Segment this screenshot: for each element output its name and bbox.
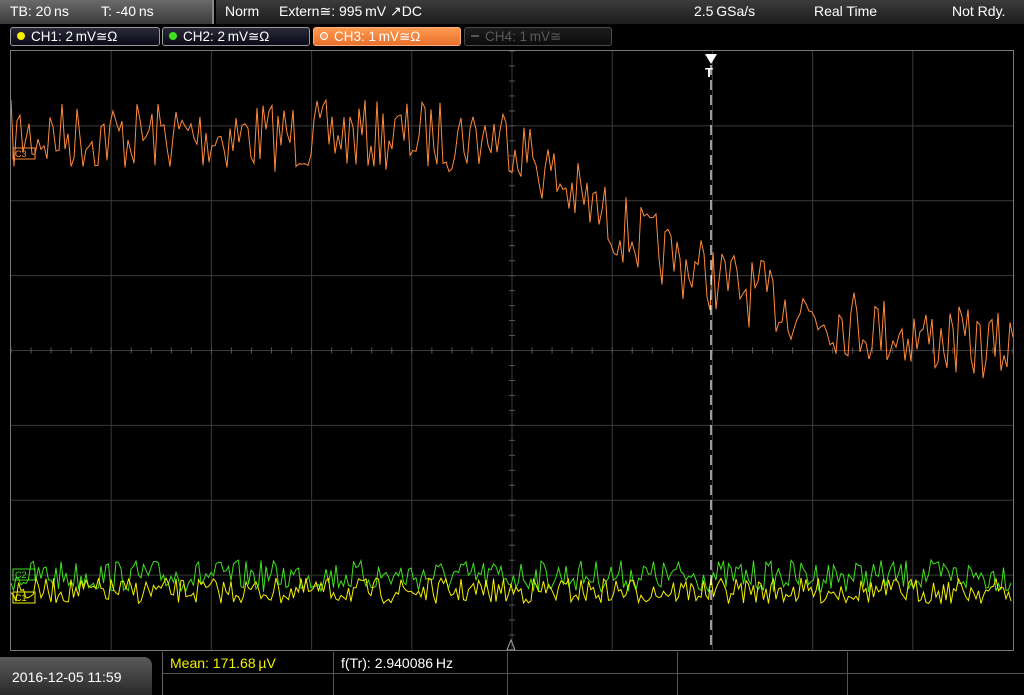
datetime: 2016-12-05 11:59 bbox=[12, 669, 122, 685]
frequency-measurement[interactable]: f(Tr): 2.940086 Hz bbox=[341, 655, 453, 671]
ch1-marker[interactable]: C1 bbox=[15, 593, 27, 603]
channel-3-dot-icon bbox=[320, 32, 328, 40]
run-status: Not Rdy. bbox=[952, 3, 1006, 19]
grid-lines bbox=[11, 51, 1013, 650]
channel-2-tab[interactable]: CH2: 2 mV≅Ω bbox=[162, 27, 310, 46]
trigger-mode[interactable]: Norm bbox=[225, 3, 259, 19]
waveform-display[interactable]: C3 C2 C1 T bbox=[10, 50, 1014, 651]
channel-4-label: CH4: 1 mV≅ bbox=[485, 29, 562, 44]
trigger-source[interactable]: Extern≅: 995 mV ↗DC bbox=[279, 3, 422, 20]
graticule[interactable]: C3 C2 C1 T bbox=[11, 51, 1013, 650]
datetime-panel: 2016-12-05 11:59 bbox=[0, 657, 152, 695]
channel-1-dot-icon bbox=[17, 32, 25, 40]
channel-4-dash-icon bbox=[471, 35, 479, 37]
trigger-label: T bbox=[705, 65, 713, 80]
ch3-marker[interactable]: C3 bbox=[15, 149, 27, 159]
trigger-arrow-icon[interactable] bbox=[705, 54, 717, 64]
measurement-grid: Mean: 171.68 µV f(Tr): 2.940086 Hz bbox=[162, 652, 1024, 695]
channel-2-dot-icon bbox=[169, 32, 177, 40]
channel-1-tab[interactable]: CH1: 2 mV≅Ω bbox=[10, 27, 160, 46]
ch1-trace bbox=[11, 576, 1012, 605]
status-bar: TB: 20 ns T: -40 ns Norm Extern≅: 995 mV… bbox=[0, 0, 1024, 24]
measurement-bar: 2016-12-05 11:59 Mean: 171.68 µV f(Tr): … bbox=[0, 652, 1024, 695]
channel-1-label: CH1: 2 mV≅Ω bbox=[31, 29, 118, 44]
sample-rate[interactable]: 2.5 GSa/s bbox=[694, 3, 755, 19]
ch2-marker[interactable]: C2 bbox=[15, 570, 27, 580]
channel-markers: C3 C2 C1 T bbox=[12, 54, 717, 650]
timebase-readout[interactable]: TB: 20 ns bbox=[10, 3, 69, 19]
center-marker-icon bbox=[506, 638, 516, 650]
channel-3-label: CH3: 1 mV≅Ω bbox=[334, 29, 421, 44]
mean-measurement[interactable]: Mean: 171.68 µV bbox=[170, 655, 276, 671]
channel-2-label: CH2: 2 mV≅Ω bbox=[183, 29, 270, 44]
acquisition-mode[interactable]: Real Time bbox=[814, 3, 877, 19]
channel-tabs: CH1: 2 mV≅Ω CH2: 2 mV≅Ω CH3: 1 mV≅Ω CH4:… bbox=[0, 24, 1024, 48]
trigger-time-readout[interactable]: T: -40 ns bbox=[101, 3, 154, 19]
acquisition-panel: Norm Extern≅: 995 mV ↗DC 2.5 GSa/s Real … bbox=[216, 0, 1024, 24]
channel-3-tab[interactable]: CH3: 1 mV≅Ω bbox=[313, 27, 461, 46]
timebase-panel[interactable]: TB: 20 ns T: -40 ns bbox=[0, 0, 214, 24]
channel-4-tab[interactable]: CH4: 1 mV≅ bbox=[464, 27, 612, 46]
